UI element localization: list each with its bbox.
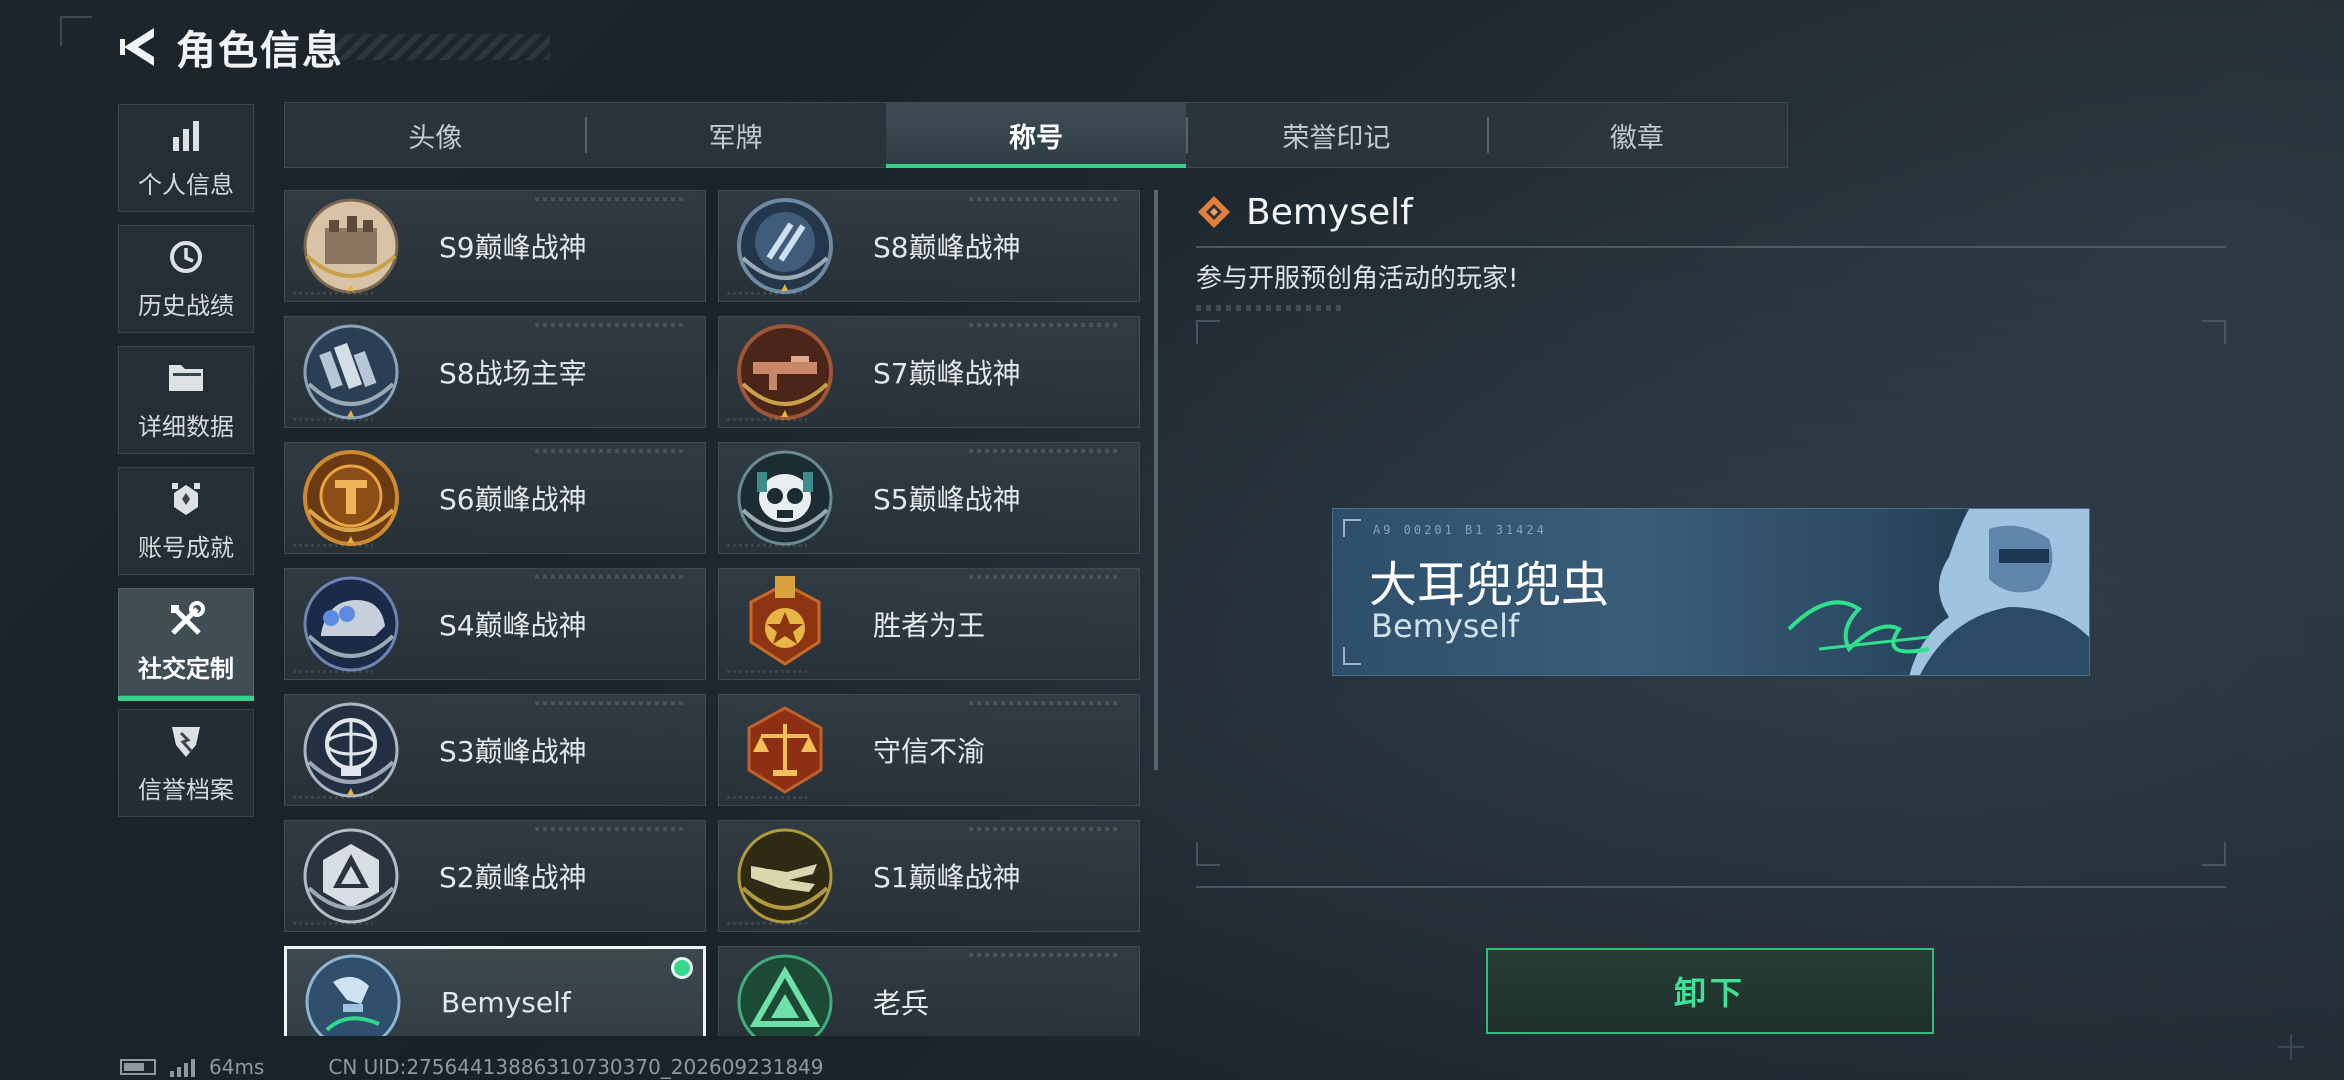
sidebar-item-label: 详细数据 [138, 412, 234, 441]
banner-code: A9 00201 B1 31424 [1373, 523, 1547, 537]
sidebar-item-label: 个人信息 [138, 170, 234, 199]
title-name: S8巅峰战神 [873, 231, 1021, 264]
unequip-button[interactable]: 卸下 [1486, 948, 1934, 1034]
title-card[interactable]: S8巅峰战神 [718, 190, 1140, 302]
corner-crosshair-decoration [2278, 1034, 2304, 1060]
diamond-title-icon [1198, 196, 1230, 228]
title-detail-panel: Bemyself 参与开服预创角活动的玩家! [1196, 186, 2226, 311]
title-card[interactable]: S3巅峰战神 [284, 694, 706, 806]
title-name: S2巅峰战神 [439, 861, 587, 894]
t-shield-badge-icon [303, 450, 399, 546]
title-card[interactable]: S5巅峰战神 [718, 442, 1140, 554]
sidebar: 个人信息 历史战绩 详细数据 账号成就 社交定制 信誉档案 [118, 104, 254, 830]
skater-badge-icon [305, 954, 401, 1036]
ping-text: 64ms [209, 1055, 265, 1079]
detail-title-name: Bemyself [1246, 191, 1413, 233]
skull-badge-icon [737, 450, 833, 546]
sidebar-item-label: 历史战绩 [138, 291, 234, 320]
history-clock-icon [167, 238, 205, 276]
tab-dog-tag[interactable]: 军牌 [585, 103, 885, 167]
title-list-scrollbar[interactable] [1154, 190, 1158, 770]
divider [1196, 886, 2226, 888]
title-name: S7巅峰战神 [873, 357, 1021, 390]
title-name: S1巅峰战神 [873, 861, 1021, 894]
title-card[interactable]: 老兵 [718, 946, 1140, 1036]
title-banner-preview: A9 00201 B1 31424 大耳兜兜虫 Bemyself [1332, 508, 2090, 676]
title-grid: S9巅峰战神 S8巅峰战神 S8战场主宰 S7巅峰战神 S6巅峰战神 S5巅峰战… [284, 190, 1140, 1036]
title-card[interactable]: 胜者为王 [718, 568, 1140, 680]
title-name: S4巅峰战神 [439, 609, 587, 642]
crocodile-badge-icon [737, 828, 833, 924]
tab-bar: 头像 军牌 称号 荣誉印记 徽章 [284, 102, 1788, 168]
tab-title[interactable]: 称号 [885, 103, 1187, 168]
status-bar: 64ms CN UID:27564413886310730370_2026092… [120, 1055, 824, 1079]
credit-shield-icon [167, 722, 205, 760]
battery-icon [120, 1059, 156, 1075]
sidebar-item-social-customization[interactable]: 社交定制 [118, 588, 254, 701]
sidebar-item-label: 社交定制 [138, 654, 234, 683]
city-badge-icon [303, 324, 399, 420]
title-name: S8战场主宰 [439, 357, 587, 390]
title-card[interactable]: S8战场主宰 [284, 316, 706, 428]
title-card[interactable]: S9巅峰战神 [284, 190, 706, 302]
triangle-badge-icon [303, 828, 399, 924]
achievement-icon [167, 480, 205, 518]
back-arrow-icon[interactable] [118, 24, 160, 70]
sidebar-item-personal-info[interactable]: 个人信息 [118, 104, 254, 212]
title-card[interactable]: 守信不渝 [718, 694, 1140, 806]
banner-player-name: 大耳兜兜虫 [1369, 557, 1610, 613]
title-name: S6巅峰战神 [439, 483, 587, 516]
slash-emblem-badge-icon [737, 198, 833, 294]
title-card[interactable]: S6巅峰战神 [284, 442, 706, 554]
banner-title: Bemyself [1371, 607, 1520, 645]
corner-decoration [60, 16, 92, 46]
tab-avatar[interactable]: 头像 [285, 103, 585, 167]
uid-text: CN UID:27564413886310730370_202609231849 [328, 1055, 824, 1079]
helmet-badge-icon [303, 576, 399, 672]
divider [1196, 246, 2226, 248]
title-name: 守信不渝 [873, 735, 986, 768]
soldier-artwork-icon [1787, 509, 2089, 675]
rifle-badge-icon [737, 324, 833, 420]
tab-honor-mark[interactable]: 荣誉印记 [1186, 103, 1486, 167]
title-name: Bemyself [441, 985, 571, 1019]
unequip-label: 卸下 [1673, 974, 1746, 1012]
globe-badge-icon [303, 702, 399, 798]
scales-badge-icon [747, 706, 823, 794]
page-title: 角色信息 [176, 28, 344, 74]
page-header: 角色信息 [118, 20, 344, 74]
sidebar-item-credit-record[interactable]: 信誉档案 [118, 709, 254, 817]
tools-icon [167, 600, 205, 639]
fortress-badge-icon [303, 198, 399, 294]
folder-icon [167, 359, 205, 397]
sidebar-item-detailed-data[interactable]: 详细数据 [118, 346, 254, 454]
decor-dashes [1196, 305, 1346, 311]
title-stripe-decoration [330, 34, 550, 60]
title-card[interactable]: S4巅峰战神 [284, 568, 706, 680]
sidebar-item-achievements[interactable]: 账号成就 [118, 467, 254, 575]
sidebar-item-label: 信誉档案 [138, 775, 234, 804]
title-name: 胜者为王 [873, 609, 986, 642]
medal-badge-icon [749, 576, 821, 666]
title-card[interactable]: S2巅峰战神 [284, 820, 706, 932]
title-card[interactable]: S1巅峰战神 [718, 820, 1140, 932]
title-card-selected[interactable]: Bemyself [284, 946, 706, 1036]
title-name: S9巅峰战神 [439, 231, 587, 264]
selected-indicator-dot [671, 957, 693, 979]
title-name: 老兵 [873, 987, 930, 1020]
title-card[interactable]: S7巅峰战神 [718, 316, 1140, 428]
signal-icon [170, 1057, 195, 1077]
title-name: S5巅峰战神 [873, 483, 1021, 516]
bar-chart-icon [167, 117, 205, 155]
title-name: S3巅峰战神 [439, 735, 587, 768]
veteran-triangle-badge-icon [737, 954, 833, 1036]
sidebar-item-label: 账号成就 [138, 533, 234, 562]
sidebar-item-history[interactable]: 历史战绩 [118, 225, 254, 333]
detail-description: 参与开服预创角活动的玩家! [1196, 264, 1519, 294]
tab-badge[interactable]: 徽章 [1486, 103, 1787, 167]
